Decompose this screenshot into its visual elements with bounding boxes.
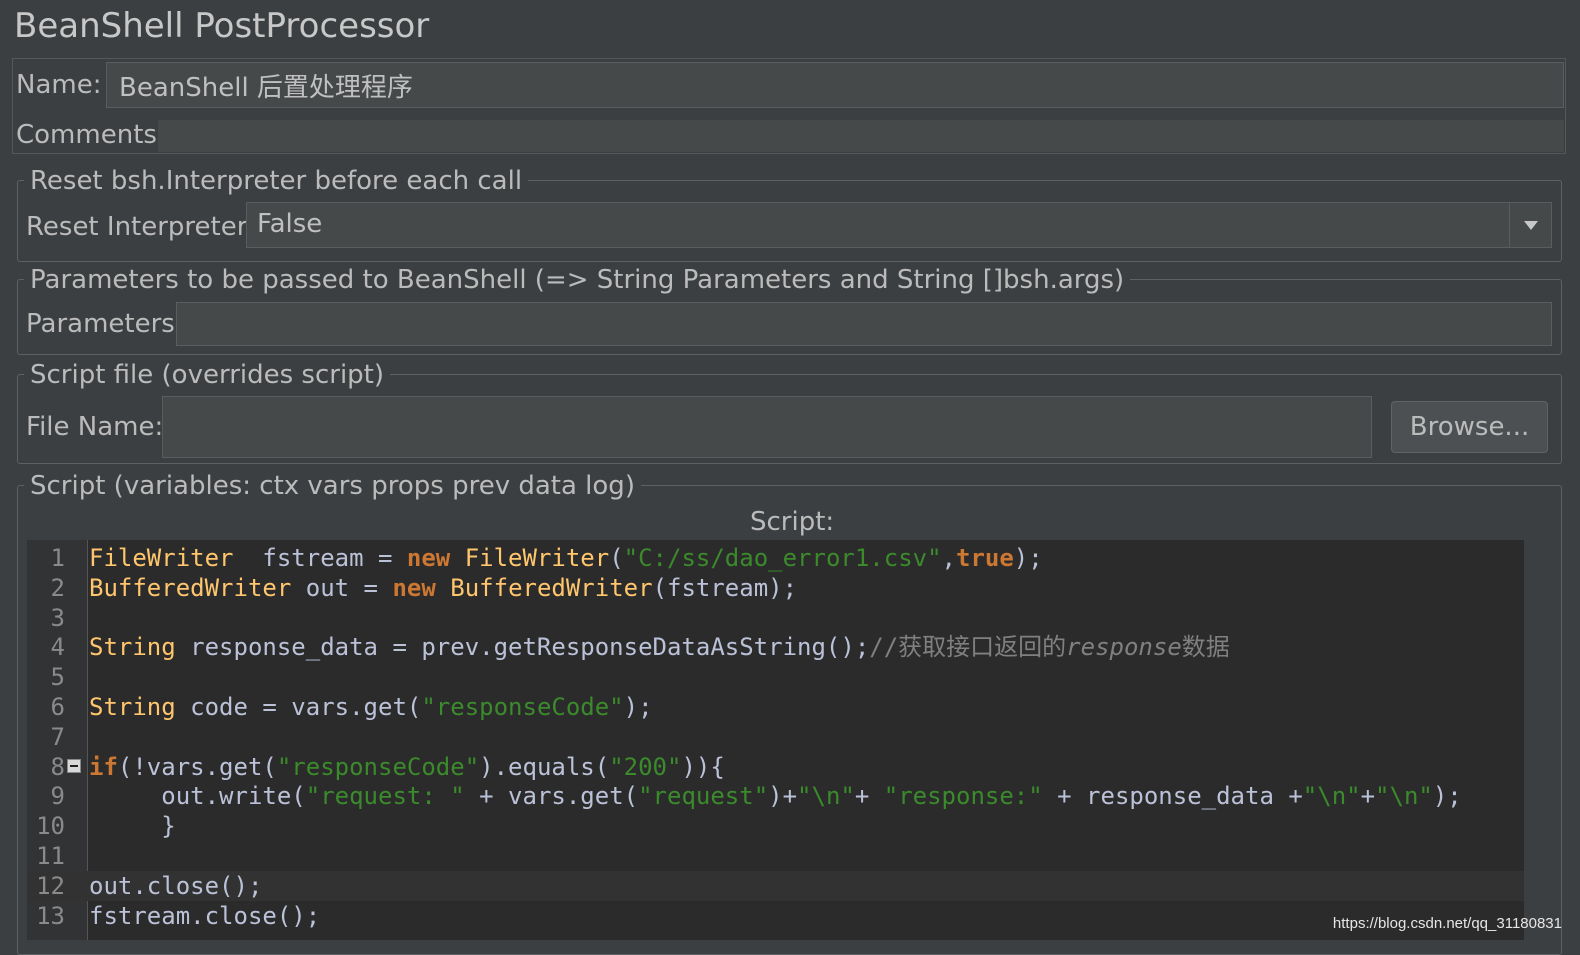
parameters-group-legend: Parameters to be passed to BeanShell (=>…	[24, 265, 1131, 295]
line-number: 6	[50, 693, 65, 721]
line-number: 13	[36, 901, 65, 930]
watermark-text: https://blog.csdn.net/qq_31180831	[1332, 915, 1562, 932]
panel-title: BeanShell PostProcessor	[14, 6, 430, 46]
line-number: 1	[50, 544, 65, 572]
reset-interpreter-label: Reset Interpreter:	[26, 212, 256, 242]
parameters-label: Parameters:	[26, 309, 184, 339]
script-file-group-legend: Script file (overrides script)	[24, 360, 391, 390]
browse-button[interactable]: Browse...	[1391, 401, 1548, 453]
reset-group-legend: Reset bsh.Interpreter before each call	[24, 166, 529, 196]
chevron-down-icon[interactable]	[1509, 203, 1551, 247]
code-line-11[interactable]: 11	[27, 841, 1524, 871]
line-number: 9	[50, 782, 65, 811]
fold-collapse-icon[interactable]	[67, 758, 81, 773]
line-number: 3	[50, 603, 65, 632]
line-number: 2	[50, 573, 65, 602]
file-name-label: File Name:	[26, 412, 164, 442]
reset-interpreter-dropdown[interactable]: False	[246, 202, 1552, 248]
code-line-5[interactable]: 5	[27, 662, 1524, 692]
comments-label: Comments:	[16, 120, 166, 150]
code-line-12[interactable]: 12 out.close();	[27, 870, 1524, 901]
line-number: 12	[36, 871, 65, 900]
line-number: 10	[36, 812, 65, 841]
code-text: fstream.close();	[89, 901, 321, 930]
line-number: 5	[50, 663, 65, 692]
code-text: }	[89, 812, 176, 841]
file-name-input[interactable]	[162, 396, 1372, 458]
code-text: String code = vars.get("responseCode");	[89, 693, 653, 721]
name-input[interactable]	[106, 62, 1564, 108]
code-line-3[interactable]: 3	[27, 603, 1524, 633]
name-label: Name:	[16, 70, 102, 100]
script-editor[interactable]: 1 FileWriter fstream = new FileWriter("C:…	[27, 540, 1552, 940]
code-line-13[interactable]: 13 fstream.close();	[27, 901, 1524, 931]
code-line-1[interactable]: 1 FileWriter fstream = new FileWriter("C:…	[27, 543, 1524, 573]
code-text: if(!vars.get("responseCode").equals("200…	[89, 752, 725, 781]
line-number: 11	[36, 842, 65, 870]
line-number: 8	[50, 752, 65, 781]
editor-scrollbar[interactable]	[1524, 540, 1552, 940]
code-line-4[interactable]: 4 String response_data = prev.getResponse…	[27, 632, 1524, 662]
code-text: FileWriter fstream = new FileWriter("C:/…	[89, 544, 1043, 572]
parameters-input[interactable]	[176, 302, 1552, 346]
code-text: String response_data = prev.getResponseD…	[89, 633, 1230, 662]
comments-input[interactable]	[158, 120, 1564, 152]
code-line-7[interactable]: 7	[27, 722, 1524, 752]
code-text: out.write("request: " + vars.get("reques…	[89, 782, 1462, 811]
script-group-legend: Script (variables: ctx vars props prev d…	[24, 471, 641, 501]
code-line-8[interactable]: 8 if(!vars.get("responseCode").equals("20…	[27, 752, 1524, 782]
code-line-9[interactable]: 9 out.write("request: " + vars.get("requ…	[27, 781, 1524, 811]
code-line-10[interactable]: 10 }	[27, 811, 1524, 841]
code-text: BufferedWriter out = new BufferedWriter(…	[89, 573, 798, 602]
code-area[interactable]: 1 FileWriter fstream = new FileWriter("C:…	[27, 543, 1524, 940]
script-label: Script:	[750, 507, 835, 537]
line-number: 7	[50, 722, 65, 751]
line-number: 4	[50, 633, 65, 662]
code-line-2[interactable]: 2 BufferedWriter out = new BufferedWriter…	[27, 573, 1524, 603]
code-text: out.close();	[89, 871, 263, 900]
code-line-6[interactable]: 6 String code = vars.get("responseCode");	[27, 692, 1524, 722]
reset-interpreter-value: False	[257, 209, 323, 239]
